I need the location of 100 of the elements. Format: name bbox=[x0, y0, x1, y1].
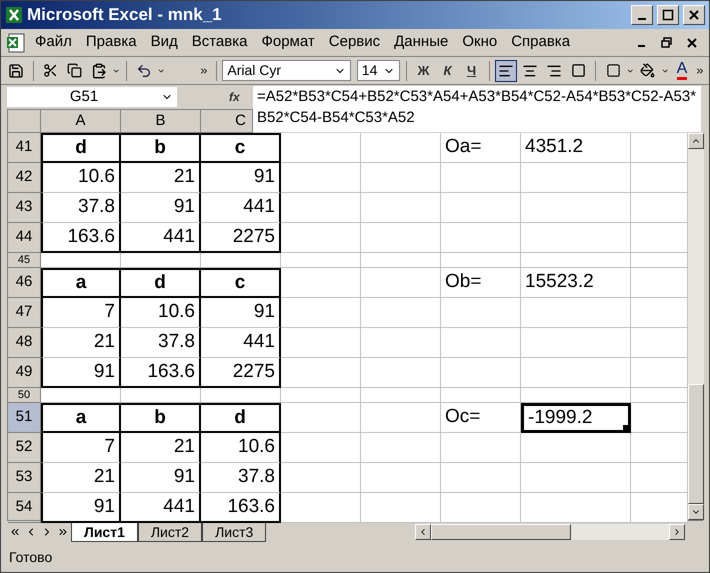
select-all-corner[interactable] bbox=[8, 110, 41, 133]
table-cell[interactable]: 2275 bbox=[201, 358, 281, 388]
table-cell[interactable]: 163.6 bbox=[201, 493, 281, 523]
table-cell[interactable] bbox=[441, 223, 521, 253]
table-cell[interactable]: d bbox=[41, 133, 121, 163]
menu-item[interactable]: Формат bbox=[255, 31, 321, 54]
table-cell[interactable]: 4351.2 bbox=[521, 133, 631, 163]
menu-item[interactable]: Вставка bbox=[186, 31, 254, 54]
menu-item[interactable]: Окно bbox=[456, 31, 504, 54]
table-cell[interactable]: a bbox=[41, 403, 121, 433]
table-cell[interactable] bbox=[631, 193, 688, 223]
table-cell[interactable] bbox=[631, 163, 688, 193]
table-cell[interactable] bbox=[281, 403, 361, 433]
table-cell[interactable] bbox=[521, 388, 631, 403]
row-header[interactable]: 53 bbox=[8, 463, 41, 493]
table-cell[interactable] bbox=[361, 253, 441, 268]
sheet-tab[interactable]: Лист1 bbox=[71, 522, 138, 542]
italic-button[interactable]: К bbox=[436, 60, 459, 82]
table-cell[interactable] bbox=[521, 328, 631, 358]
table-cell[interactable] bbox=[201, 253, 281, 268]
table-cell[interactable] bbox=[521, 253, 631, 268]
table-cell[interactable] bbox=[521, 358, 631, 388]
table-cell[interactable] bbox=[521, 463, 631, 493]
table-cell[interactable] bbox=[441, 388, 521, 403]
table-cell[interactable] bbox=[281, 433, 361, 463]
table-cell[interactable]: c bbox=[201, 268, 281, 298]
table-cell[interactable]: 91 bbox=[121, 463, 201, 493]
close-icon[interactable] bbox=[687, 38, 697, 48]
table-cell[interactable]: 441 bbox=[121, 493, 201, 523]
table-cell[interactable]: 37.8 bbox=[201, 463, 281, 493]
table-cell[interactable] bbox=[281, 163, 361, 193]
table-cell[interactable] bbox=[631, 463, 688, 493]
table-cell[interactable]: Oc= bbox=[441, 403, 521, 433]
table-cell[interactable] bbox=[361, 493, 441, 523]
table-cell[interactable]: 21 bbox=[41, 328, 121, 358]
table-cell[interactable] bbox=[281, 328, 361, 358]
name-box[interactable]: G51 bbox=[7, 87, 177, 107]
table-cell[interactable] bbox=[281, 463, 361, 493]
menu-item[interactable]: Правка bbox=[80, 31, 143, 54]
row-header[interactable]: 47 bbox=[8, 298, 41, 328]
table-cell[interactable]: 441 bbox=[121, 223, 201, 253]
table-cell[interactable]: 441 bbox=[201, 193, 281, 223]
table-cell[interactable] bbox=[121, 388, 201, 403]
table-cell[interactable]: 10.6 bbox=[41, 163, 121, 193]
scroll-thumb[interactable] bbox=[688, 384, 704, 504]
table-cell[interactable] bbox=[631, 358, 688, 388]
scroll-thumb[interactable] bbox=[431, 524, 571, 540]
row-header[interactable]: 45 bbox=[8, 253, 41, 268]
table-cell[interactable] bbox=[361, 358, 441, 388]
row-header[interactable]: 50 bbox=[8, 388, 41, 403]
align-left-button[interactable] bbox=[495, 60, 518, 82]
table-cell[interactable] bbox=[631, 328, 688, 358]
table-cell[interactable] bbox=[521, 493, 631, 523]
table-cell[interactable]: 91 bbox=[201, 163, 281, 193]
table-cell[interactable]: 163.6 bbox=[41, 223, 121, 253]
table-cell[interactable]: Oa= bbox=[441, 133, 521, 163]
menu-item[interactable]: Файл bbox=[29, 31, 78, 54]
table-cell[interactable]: 21 bbox=[41, 463, 121, 493]
table-cell[interactable]: 21 bbox=[121, 433, 201, 463]
font-size-select[interactable]: 14 bbox=[356, 60, 400, 81]
bold-button[interactable]: Ж bbox=[412, 60, 435, 82]
table-cell[interactable] bbox=[441, 328, 521, 358]
table-cell[interactable] bbox=[441, 463, 521, 493]
horizontal-scrollbar[interactable] bbox=[415, 524, 685, 540]
table-cell[interactable]: b bbox=[121, 403, 201, 433]
close-button[interactable] bbox=[683, 5, 705, 25]
menu-item[interactable]: Справка bbox=[505, 31, 576, 54]
row-header[interactable]: 49 bbox=[8, 358, 41, 388]
row-header[interactable]: 48 bbox=[8, 328, 41, 358]
table-cell[interactable] bbox=[441, 163, 521, 193]
table-cell[interactable]: b bbox=[121, 133, 201, 163]
column-header[interactable]: C bbox=[201, 110, 253, 133]
restore-icon[interactable] bbox=[661, 36, 673, 48]
table-cell[interactable] bbox=[631, 403, 688, 433]
maximize-button[interactable] bbox=[657, 5, 679, 25]
table-cell[interactable] bbox=[281, 193, 361, 223]
table-cell[interactable] bbox=[361, 403, 441, 433]
table-cell[interactable]: 7 bbox=[41, 298, 121, 328]
underline-button[interactable]: Ч bbox=[460, 60, 483, 82]
font-color-button[interactable]: A bbox=[671, 60, 693, 82]
table-cell[interactable]: 37.8 bbox=[41, 193, 121, 223]
table-cell[interactable]: 441 bbox=[201, 328, 281, 358]
table-cell[interactable] bbox=[281, 493, 361, 523]
table-cell[interactable] bbox=[441, 358, 521, 388]
row-header[interactable]: 43 bbox=[8, 193, 41, 223]
table-cell[interactable]: Ob= bbox=[441, 268, 521, 298]
column-header[interactable]: A bbox=[41, 110, 121, 133]
table-cell[interactable]: d bbox=[201, 403, 281, 433]
table-cell[interactable] bbox=[361, 163, 441, 193]
table-cell[interactable] bbox=[361, 223, 441, 253]
table-cell[interactable] bbox=[41, 253, 121, 268]
table-cell[interactable]: 91 bbox=[41, 493, 121, 523]
table-cell[interactable]: a bbox=[41, 268, 121, 298]
table-cell[interactable] bbox=[631, 133, 688, 163]
table-cell[interactable] bbox=[631, 268, 688, 298]
table-cell[interactable] bbox=[281, 253, 361, 268]
table-cell[interactable] bbox=[441, 193, 521, 223]
table-cell[interactable] bbox=[281, 133, 361, 163]
minimize-button[interactable] bbox=[631, 5, 653, 25]
sheet-tab[interactable]: Лист3 bbox=[202, 522, 266, 542]
